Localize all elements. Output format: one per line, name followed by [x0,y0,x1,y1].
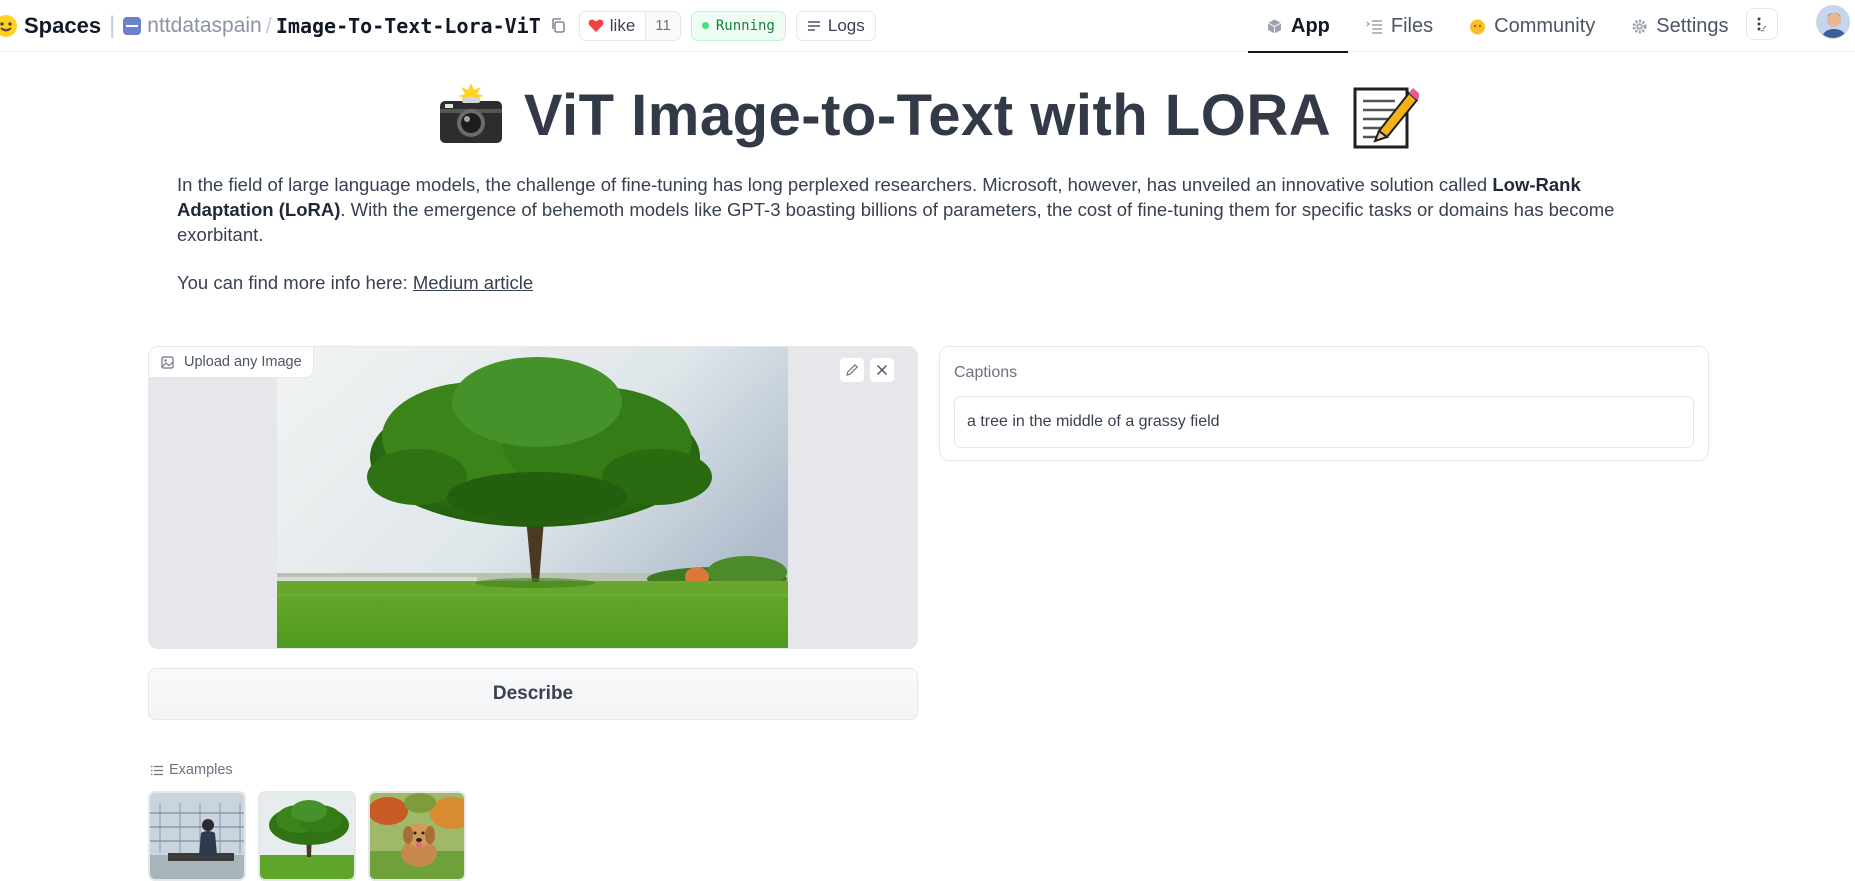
captions-panel: Captions a tree in the middle of a grass… [939,346,1709,461]
status-dot-icon [701,22,709,29]
tab-settings-label: Settings [1656,14,1729,37]
tab-files-label: Files [1390,14,1434,37]
medium-article-link[interactable]: Medium article [413,272,533,293]
intro-text-end: . With the emergence of behemoth models … [177,199,1615,245]
tab-settings[interactable]: Settings [1613,0,1746,52]
logs-button[interactable]: Logs [795,10,876,41]
more-info-prefix: You can find more info here: [177,272,413,293]
tab-files[interactable]: Files [1348,0,1451,52]
user-avatar[interactable] [1816,5,1850,39]
logs-icon [807,20,820,31]
edit-image-button[interactable] [839,357,865,383]
list-icon [151,765,163,775]
image-icon [161,355,174,369]
like-count[interactable]: 11 [645,11,680,40]
example-person-bench-image [150,793,244,879]
cube-icon [1267,19,1282,33]
like-label: like [609,15,636,35]
image-input-label: Upload any Image [149,347,314,378]
spaces-brand[interactable]: Spaces [0,0,101,52]
examples-label-text: Examples [169,762,233,778]
user-avatar-icon [1817,6,1849,38]
image-input-label-text: Upload any Image [184,354,302,370]
heart-icon [588,19,604,32]
files-icon [1366,19,1382,34]
clear-image-button[interactable] [869,357,895,383]
gear-icon [1632,19,1647,33]
example-tree-image [260,793,354,879]
uploaded-tree-image [277,347,788,648]
repo-link[interactable]: Image-To-Text-Lora-ViT [276,14,541,38]
like-button[interactable]: like [580,12,646,40]
like-widget: like 11 [578,10,681,41]
image-upload-panel[interactable]: Upload any Image [148,346,918,649]
tab-community[interactable]: Community [1451,0,1613,52]
top-navigation-bar: Spaces | nttdataspain / Image-To-Text-Lo… [0,0,1855,53]
breadcrumb-divider: | [109,11,116,39]
camera-flash-icon [439,82,502,143]
logs-label: Logs [827,15,865,35]
memo-pencil-icon [1353,87,1420,148]
more-options-button[interactable] [1746,8,1778,40]
status-text: Running [715,17,775,34]
close-icon [876,364,888,376]
example-thumbnail[interactable] [368,791,466,881]
example-thumbnail[interactable] [148,791,246,881]
title-text: ViT Image-to-Text with LORA [523,83,1332,148]
example-dog-image [370,793,464,879]
tab-app[interactable]: App [1248,0,1348,53]
tab-app-label: App [1291,14,1330,37]
pencil-icon [846,363,859,376]
status-badge: Running [690,10,786,41]
describe-button[interactable]: Describe [148,668,918,720]
copy-icon[interactable] [551,18,565,33]
more-info-line: You can find more info here: Medium arti… [177,272,533,294]
community-icon [1470,19,1486,34]
tab-community-label: Community [1494,14,1596,37]
spaces-label: Spaces [24,12,102,38]
org-avatar [123,16,142,35]
vertical-dots-icon [1757,17,1767,32]
org-link[interactable]: nttdataspain [147,14,261,38]
captions-label: Captions [954,364,1018,381]
breadcrumb-slash: / [265,12,272,38]
page-title: ViT Image-to-Text with LORA [0,82,1855,149]
example-thumbnail[interactable] [258,791,356,881]
captions-output[interactable]: a tree in the middle of a grassy field [954,396,1694,448]
hugging-face-logo-icon [0,14,17,37]
intro-paragraph: In the field of large language models, t… [177,172,1637,247]
space-tabs: App Files Community Settings [1248,0,1747,53]
examples-header: Examples [151,762,233,778]
intro-text-start: In the field of large language models, t… [177,174,1493,195]
